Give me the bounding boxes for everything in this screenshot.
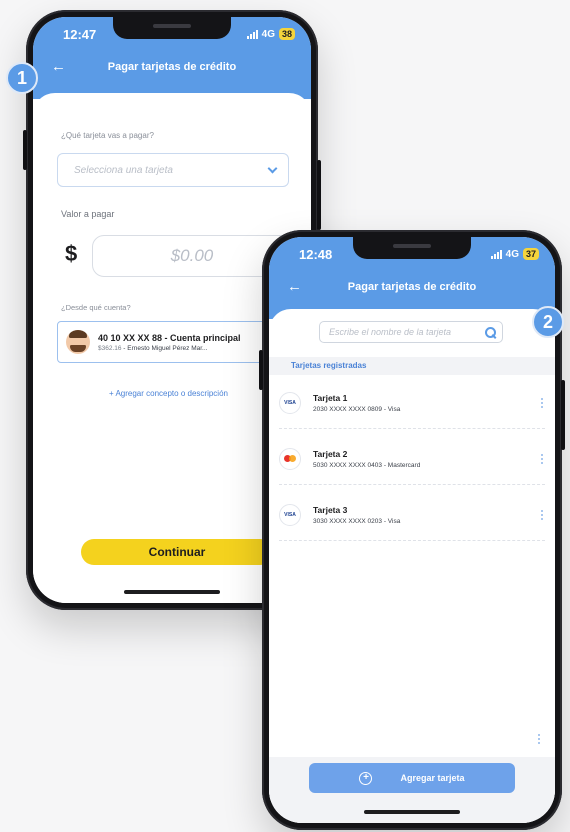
card-number: 2030 XXXX XXXX 0809 - Visa (313, 405, 401, 413)
add-card-button[interactable]: + Agregar tarjeta (309, 763, 515, 793)
step-badge-1: 1 (6, 62, 38, 94)
search-icon[interactable] (485, 326, 496, 338)
kebab-menu-icon[interactable] (539, 453, 545, 464)
signal-icon (490, 249, 502, 259)
status-time: 12:48 (299, 247, 333, 262)
search-input[interactable]: Escribe el nombre de la tarjeta (319, 321, 503, 343)
card-name: Tarjeta 3 (313, 504, 348, 515)
account-balance: $362.16 (98, 344, 122, 352)
account-title: 40 10 XX XX 88 - Cuenta principal (98, 332, 241, 343)
phone-card-list: 12:48 4G 37 ← Pagar tarjetas de crédito … (259, 230, 565, 830)
battery-badge: 38 (278, 28, 295, 40)
notch (113, 17, 231, 39)
network-label: 4G (505, 248, 519, 260)
notch (353, 237, 471, 259)
card-question-label: ¿Qué tarjeta vas a pagar? (61, 131, 154, 140)
section-title: Tarjetas registradas (269, 357, 555, 375)
page-title: Pagar tarjetas de crédito (107, 61, 237, 73)
card-list-item[interactable]: VISA Tarjeta 3 3030 XXXX XXXX 0203 - Vis… (279, 489, 545, 541)
card-list-item[interactable]: Tarjeta 2 5030 XXXX XXXX 0403 - Masterca… (279, 433, 545, 485)
kebab-menu-icon[interactable] (539, 397, 545, 408)
status-time: 12:47 (63, 27, 97, 42)
plus-circle-icon: + (359, 771, 373, 785)
amount-placeholder: $0.00 (170, 246, 214, 265)
card-select-placeholder: Selecciona una tarjeta (74, 164, 173, 176)
page-title: Pagar tarjetas de crédito (347, 281, 477, 293)
card-list-item[interactable]: VISA Tarjeta 1 2030 XXXX XXXX 0809 - Vis… (279, 377, 545, 429)
home-indicator (364, 810, 460, 814)
card-name: Tarjeta 1 (313, 392, 348, 403)
network-label: 4G (261, 28, 275, 40)
visa-icon: VISA (279, 503, 301, 526)
signal-icon (246, 29, 258, 39)
card-number: 5030 XXXX XXXX 0403 - Mastercard (313, 461, 421, 469)
card-list-content: Escribe el nombre de la tarjeta Tarjetas… (269, 309, 555, 823)
card-number: 3030 XXXX XXXX 0203 - Visa (313, 517, 401, 525)
mastercard-icon (279, 447, 301, 470)
continue-button[interactable]: Continuar (81, 539, 273, 565)
visa-icon: VISA (279, 391, 301, 414)
add-card-label: Agregar tarjeta (400, 773, 465, 783)
amount-label: Valor a pagar (61, 209, 115, 219)
kebab-menu-icon[interactable] (536, 734, 542, 744)
kebab-menu-icon[interactable] (539, 509, 545, 520)
battery-badge: 37 (522, 248, 539, 260)
account-subtitle: $362.16 - Ernesto Miguel Pérez Mar... (98, 345, 241, 352)
status-indicators: 4G 38 (246, 28, 295, 40)
search-placeholder: Escribe el nombre de la tarjeta (329, 327, 452, 337)
currency-symbol: $ (65, 241, 78, 266)
home-indicator (124, 590, 220, 594)
chevron-down-icon (267, 163, 278, 173)
step-badge-2: 2 (532, 306, 564, 338)
status-indicators: 4G 37 (490, 248, 539, 260)
card-name: Tarjeta 2 (313, 448, 348, 459)
avatar (66, 330, 90, 354)
account-question-label: ¿Desde qué cuenta? (61, 303, 131, 312)
account-holder: - Ernesto Miguel Pérez Mar... (121, 344, 208, 352)
add-concept-link[interactable]: + Agregar concepto o descripción (109, 389, 228, 398)
screen: 12:48 4G 37 ← Pagar tarjetas de crédito … (269, 237, 555, 823)
card-select[interactable]: Selecciona una tarjeta (57, 153, 289, 187)
